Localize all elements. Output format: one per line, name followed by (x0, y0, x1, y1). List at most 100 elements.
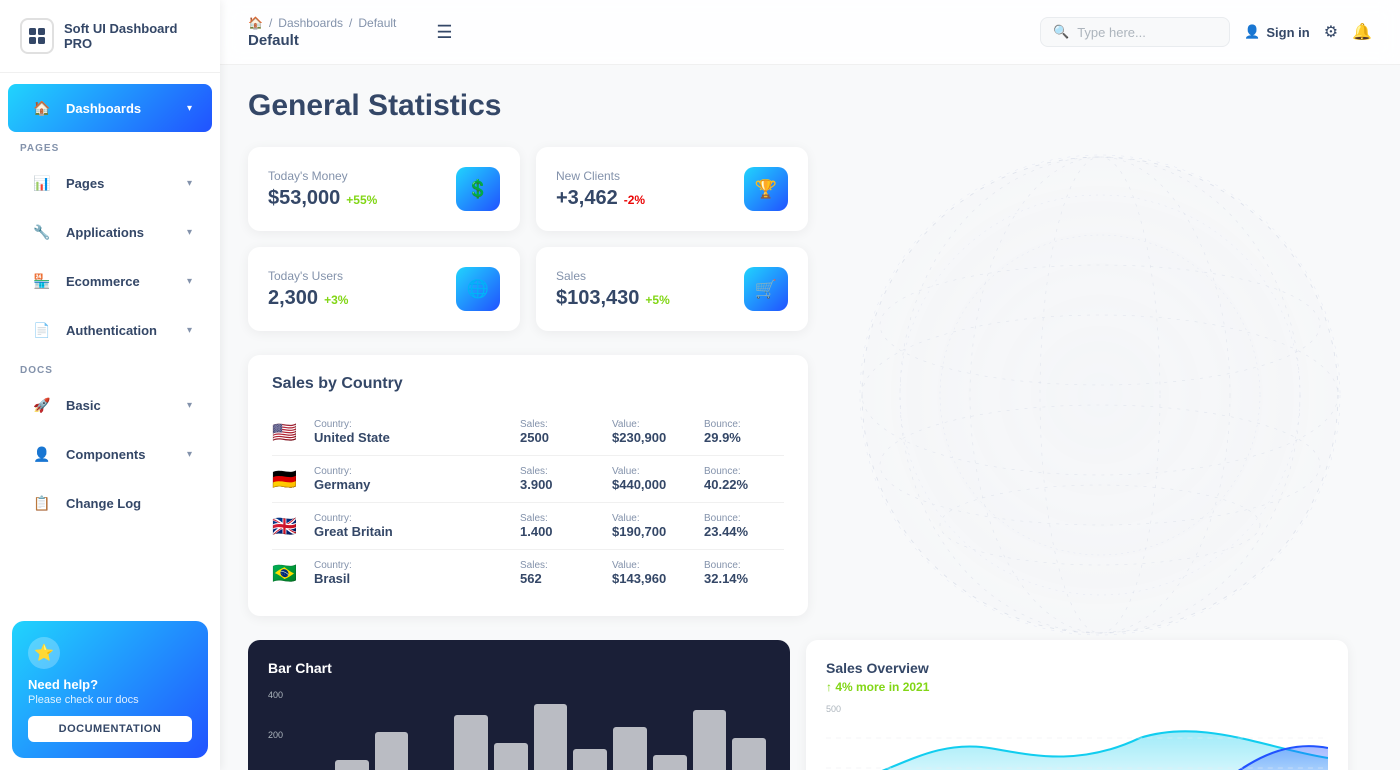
sales-overview-title: Sales Overview (826, 660, 1328, 676)
authentication-icon: 📄 (28, 316, 56, 344)
sidebar-item-label: Components (66, 447, 145, 462)
header: 🏠 / Dashboards / Default Default ☰ 🔍 👤 S… (220, 0, 1400, 65)
content-area: /* dots rendered via inline SVG pattern … (220, 65, 1400, 770)
sidebar-logo: Soft UI Dashboard PRO (0, 0, 220, 73)
header-right: 🔍 👤 Sign in ⚙ 🔔 (1040, 17, 1372, 47)
stat-card-users: Today's Users 2,300 +3% 🌐 (248, 247, 520, 331)
bar-item (454, 715, 488, 770)
chevron-down-icon: ▾ (187, 178, 192, 189)
sales-country-title: Sales by Country (272, 375, 784, 393)
breadcrumb-current-path: Default (358, 16, 396, 30)
breadcrumb: 🏠 / Dashboards / Default Default (248, 16, 396, 49)
sidebar-item-pages[interactable]: 📊 Pages ▾ (8, 159, 212, 207)
flag-de: 🇩🇪 (272, 467, 302, 492)
search-icon: 🔍 (1053, 24, 1069, 40)
menu-icon[interactable]: ☰ (436, 22, 452, 43)
sidebar-item-label: Dashboards (66, 101, 141, 116)
stat-card-money: Today's Money $53,000 +55% 💲 (248, 147, 520, 231)
flag-gb: 🇬🇧 (272, 514, 302, 539)
search-box[interactable]: 🔍 (1040, 17, 1230, 47)
search-input[interactable] (1077, 25, 1217, 40)
chevron-down-icon: ▾ (187, 449, 192, 460)
stat-label-clients: New Clients (556, 169, 645, 183)
bar-chart (291, 704, 770, 770)
sales-overview-change: ↑ 4% more in 2021 (826, 680, 1328, 694)
signin-label: Sign in (1266, 25, 1309, 40)
bar-item (494, 743, 528, 770)
sales-overview-card: Sales Overview ↑ 4% more in 2021 500 (806, 640, 1348, 770)
docs-section-label: DOCS (0, 355, 220, 380)
bar-item (653, 755, 687, 770)
chevron-down-icon: ▾ (187, 400, 192, 411)
bar-item (573, 749, 607, 770)
page-title: General Statistics (248, 89, 1372, 123)
sidebar-item-components[interactable]: 👤 Components ▾ (8, 430, 212, 478)
sidebar-item-applications[interactable]: 🔧 Applications ▾ (8, 208, 212, 256)
applications-icon: 🔧 (28, 218, 56, 246)
sidebar-item-basic[interactable]: 🚀 Basic ▾ (8, 381, 212, 429)
stat-change-money: +55% (346, 193, 377, 207)
sales-by-country-card: Sales by Country 🇺🇸 Country: United Stat… (248, 355, 808, 616)
table-row: 🇧🇷 Country: Brasil Sales: 562 Value: $14… (272, 550, 784, 596)
signin-button[interactable]: 👤 Sign in (1244, 24, 1310, 40)
chevron-down-icon: ▾ (187, 103, 192, 114)
y-axis: 400 200 0 (268, 690, 283, 770)
bell-icon[interactable]: 🔔 (1352, 22, 1372, 42)
stat-label-sales: Sales (556, 269, 670, 283)
sidebar-logo-text: Soft UI Dashboard PRO (64, 21, 200, 51)
sidebar-item-changelog[interactable]: 📋 Change Log (8, 479, 212, 527)
chevron-down-icon: ▾ (187, 227, 192, 238)
sidebar-item-label: Pages (66, 176, 104, 191)
table-row: 🇩🇪 Country: Germany Sales: 3.900 Value: … (272, 456, 784, 503)
table-row: 🇬🇧 Country: Great Britain Sales: 1.400 V… (272, 503, 784, 550)
sidebar-nav: 🏠 Dashboards ▾ PAGES 📊 Pages ▾ 🔧 Applica… (0, 73, 220, 609)
logo-icon (20, 18, 54, 54)
sidebar-item-label: Authentication (66, 323, 157, 338)
stat-card-clients: New Clients +3,462 -2% 🏆 (536, 147, 808, 231)
sidebar-item-label: Ecommerce (66, 274, 140, 289)
globe-icon: 🌐 (456, 267, 500, 311)
pages-icon: 📊 (28, 169, 56, 197)
bar-chart-card: Bar Chart 400 200 0 (248, 640, 790, 770)
stat-label-users: Today's Users (268, 269, 348, 283)
trophy-icon: 🏆 (744, 167, 788, 211)
bar-item (335, 760, 369, 770)
basic-icon: 🚀 (28, 391, 56, 419)
stat-value-money: $53,000 (268, 187, 340, 210)
sidebar-item-ecommerce[interactable]: 🏪 Ecommerce ▾ (8, 257, 212, 305)
pages-section-label: PAGES (0, 133, 220, 158)
sidebar: Soft UI Dashboard PRO 🏠 Dashboards ▾ PAG… (0, 0, 220, 770)
stat-change-sales: +5% (645, 293, 669, 307)
star-icon: ⭐ (28, 637, 60, 669)
sidebar-item-label: Change Log (66, 496, 141, 511)
charts-row: Bar Chart 400 200 0 Sales Overview (248, 640, 1348, 770)
stat-label-money: Today's Money (268, 169, 377, 183)
components-icon: 👤 (28, 440, 56, 468)
stat-card-sales: Sales $103,430 +5% 🛒 (536, 247, 808, 331)
bar-item (732, 738, 766, 770)
bar-chart-title: Bar Chart (268, 660, 770, 676)
bar-item (613, 727, 647, 770)
line-chart-area: 500 (826, 704, 1328, 770)
table-row: 🇺🇸 Country: United State Sales: 2500 Val… (272, 409, 784, 456)
documentation-button[interactable]: DOCUMENTATION (28, 716, 192, 742)
sidebar-item-authentication[interactable]: 📄 Authentication ▾ (8, 306, 212, 354)
sidebar-item-label: Basic (66, 398, 101, 413)
stats-grid: Today's Money $53,000 +55% 💲 New Clients… (248, 147, 808, 331)
stat-value-clients: +3,462 (556, 187, 618, 210)
bar-item (375, 732, 409, 770)
dashboards-icon: 🏠 (28, 94, 56, 122)
sidebar-item-label: Applications (66, 225, 144, 240)
bar-item (534, 704, 568, 770)
chevron-down-icon: ▾ (187, 325, 192, 336)
money-icon: 💲 (456, 167, 500, 211)
help-subtitle: Please check our docs (28, 694, 192, 706)
sidebar-item-dashboards[interactable]: 🏠 Dashboards ▾ (8, 84, 212, 132)
ecommerce-icon: 🏪 (28, 267, 56, 295)
help-title: Need help? (28, 677, 192, 692)
bar-item (693, 710, 727, 770)
flag-br: 🇧🇷 (272, 561, 302, 586)
settings-icon[interactable]: ⚙ (1324, 22, 1338, 42)
breadcrumb-dashboards: Dashboards (278, 16, 343, 30)
main-area: 🏠 / Dashboards / Default Default ☰ 🔍 👤 S… (220, 0, 1400, 770)
